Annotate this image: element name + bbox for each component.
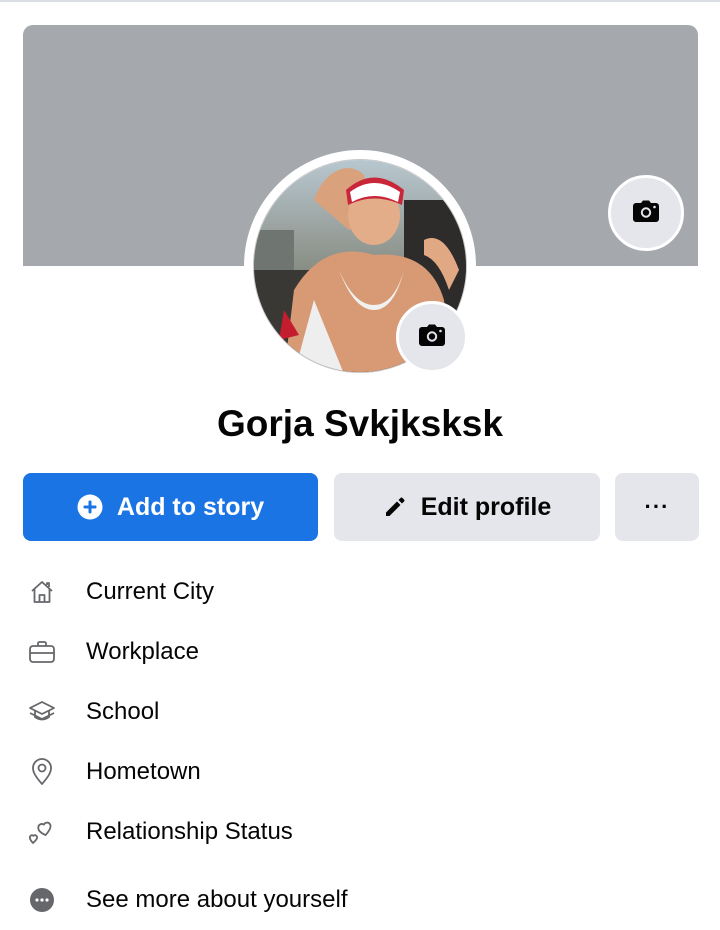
- more-dots-icon: [27, 885, 57, 915]
- edit-profile-button[interactable]: Edit profile: [334, 473, 600, 541]
- home-icon: [27, 577, 57, 607]
- profile-name: Gorja Svkjksksk: [217, 403, 503, 444]
- briefcase-icon: [27, 637, 57, 667]
- details-item-label: Relationship Status: [86, 818, 293, 845]
- details-item-see-more[interactable]: See more about yourself: [0, 870, 720, 930]
- details-item-label: Hometown: [86, 758, 201, 785]
- pencil-icon: [383, 495, 407, 519]
- edit-profile-label: Edit profile: [420, 492, 552, 521]
- location-pin-icon: [27, 757, 57, 787]
- plus-circle-icon: [77, 494, 103, 520]
- camera-icon: [633, 200, 659, 227]
- details-item-hometown[interactable]: Hometown: [0, 742, 720, 802]
- more-options-button[interactable]: ···: [615, 473, 699, 541]
- edit-profile-picture-button[interactable]: [396, 301, 468, 373]
- top-divider: [0, 0, 720, 2]
- details-item-label: Current City: [86, 578, 215, 605]
- details-item-current-city[interactable]: Current City: [0, 562, 720, 622]
- details-item-relationship-status[interactable]: Relationship Status: [0, 802, 720, 862]
- add-to-story-label: Add to story: [116, 492, 265, 521]
- details-item-label: School: [86, 698, 160, 725]
- graduation-cap-icon: [27, 697, 57, 727]
- hearts-icon: [27, 817, 57, 847]
- details-item-workplace[interactable]: Workplace: [0, 622, 720, 682]
- more-options-label: ···: [644, 494, 670, 519]
- details-item-school[interactable]: School: [0, 682, 720, 742]
- details-item-label: Workplace: [86, 638, 199, 665]
- edit-cover-photo-button[interactable]: [608, 175, 684, 251]
- details-item-label: See more about yourself: [86, 886, 348, 913]
- add-to-story-button[interactable]: Add to story: [23, 473, 318, 541]
- camera-icon: [419, 324, 445, 351]
